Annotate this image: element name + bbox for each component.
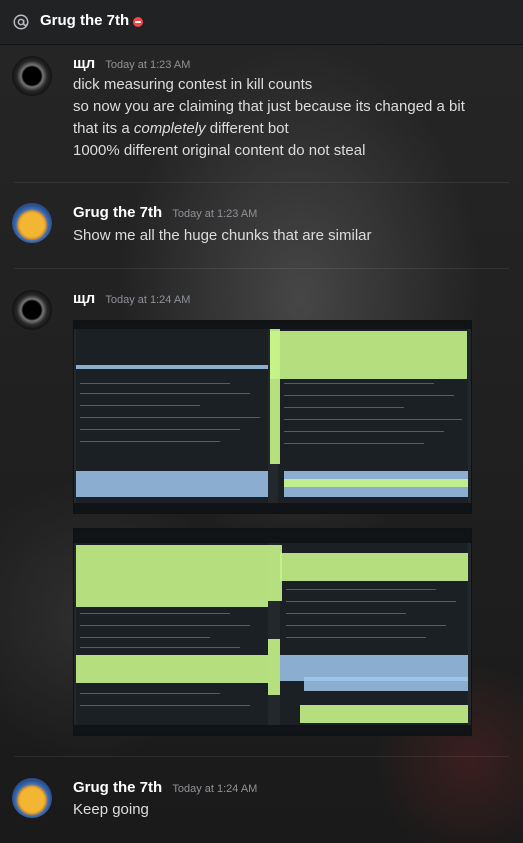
user-avatar[interactable]	[12, 290, 52, 330]
code-line	[286, 625, 446, 626]
text-span: different bot	[205, 120, 289, 137]
user-avatar[interactable]	[12, 778, 52, 818]
diff-connector	[268, 545, 282, 601]
code-line	[284, 395, 454, 396]
message-divider	[14, 756, 509, 757]
attached-image[interactable]	[73, 528, 472, 736]
code-line	[80, 393, 250, 394]
message-line: Show me all the huge chunks that are sim…	[73, 227, 372, 244]
code-line	[80, 613, 230, 614]
message-author[interactable]: Grug the 7th Today at 1:24 AM	[73, 779, 257, 796]
diff-added-block	[300, 705, 468, 723]
diff-added-block	[76, 655, 268, 683]
code-line	[80, 441, 220, 442]
user-avatar[interactable]	[12, 56, 52, 96]
message-author[interactable]: щл Today at 1:23 AM	[73, 55, 190, 72]
channel-header: Grug the 7th	[0, 0, 523, 45]
message-line: dick measuring contest in kill counts	[73, 76, 313, 93]
code-line	[80, 637, 210, 638]
diff-connector	[268, 639, 280, 695]
message-timestamp: Today at 1:24 AM	[172, 783, 258, 795]
code-line	[286, 601, 456, 602]
diff-changed-block	[76, 471, 268, 497]
code-line	[80, 405, 200, 406]
diff-connector	[270, 329, 280, 464]
code-line	[286, 637, 426, 638]
code-line	[284, 383, 434, 384]
message-timestamp: Today at 1:23 AM	[105, 59, 191, 71]
code-line	[80, 647, 240, 648]
message-timestamp: Today at 1:24 AM	[105, 294, 191, 306]
message-author[interactable]: щл Today at 1:24 AM	[73, 290, 190, 307]
diff-added-block	[284, 479, 468, 487]
message-divider	[14, 182, 509, 183]
code-line	[80, 705, 250, 706]
user-avatar[interactable]	[12, 203, 52, 243]
editor-status-bar	[74, 725, 471, 735]
message-line: that its a completely different bot	[73, 120, 289, 137]
attached-image[interactable]	[73, 320, 472, 514]
editor-status-bar	[74, 503, 471, 513]
diff-changed-block	[76, 365, 268, 369]
diff-changed-block	[304, 677, 468, 691]
code-line	[284, 443, 424, 444]
code-line	[284, 419, 462, 420]
diff-added-block	[280, 553, 468, 581]
message-timestamp: Today at 1:23 AM	[172, 208, 258, 220]
author-name[interactable]: Grug the 7th	[73, 204, 162, 221]
code-line	[284, 407, 404, 408]
code-line	[80, 417, 260, 418]
author-name[interactable]: щл	[73, 55, 95, 72]
message-line: 1000% different original content do not …	[73, 142, 366, 159]
diff-added-block	[270, 331, 467, 379]
editor-menu-bar	[74, 529, 471, 543]
channel-title: Grug the 7th	[40, 12, 130, 29]
author-name[interactable]: Grug the 7th	[73, 779, 162, 796]
code-line	[80, 625, 250, 626]
message-line: Keep going	[73, 801, 149, 818]
code-line	[80, 429, 240, 430]
code-line	[284, 431, 444, 432]
code-line	[286, 589, 436, 590]
at-sign-icon	[13, 14, 29, 30]
dnd-status-icon	[133, 17, 143, 27]
author-name[interactable]: щл	[73, 290, 95, 307]
code-line	[80, 693, 220, 694]
code-line	[286, 613, 406, 614]
message-author[interactable]: Grug the 7th Today at 1:23 AM	[73, 204, 257, 221]
text-span: that its a	[73, 120, 134, 137]
message-divider	[14, 268, 509, 269]
message-line: so now you are claiming that just becaus…	[73, 98, 465, 115]
editor-tab-bar	[74, 321, 471, 329]
emphasized-text: completely	[133, 120, 206, 137]
diff-added-block	[76, 545, 268, 607]
code-line	[80, 383, 230, 384]
